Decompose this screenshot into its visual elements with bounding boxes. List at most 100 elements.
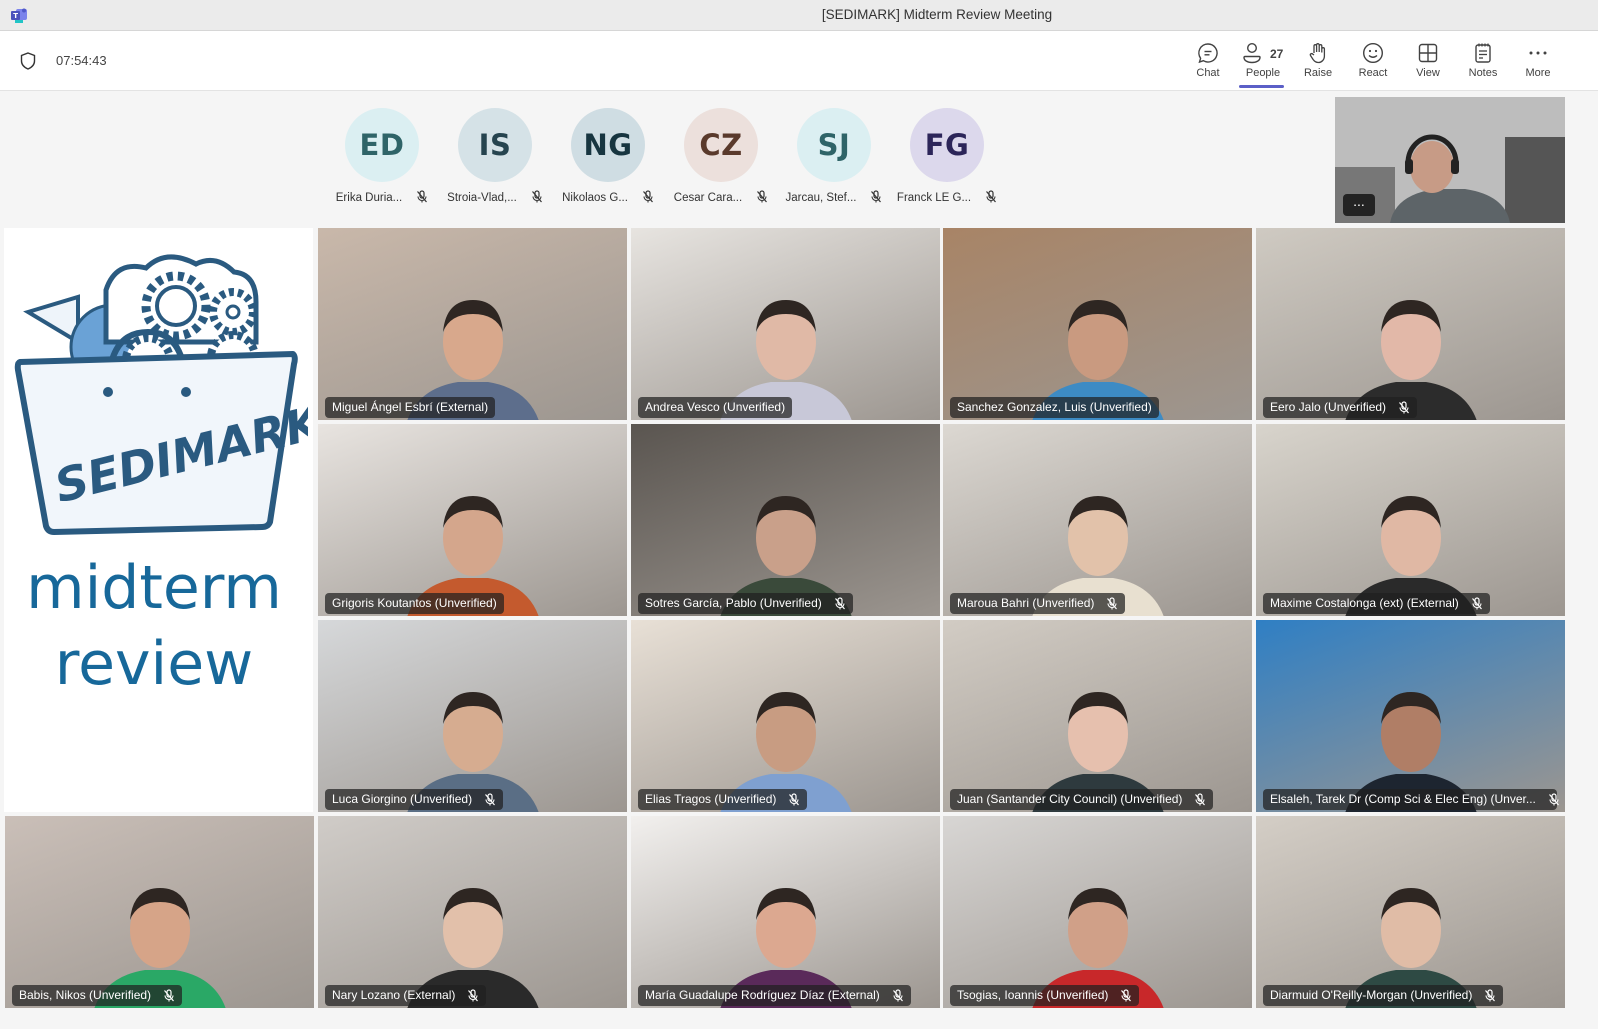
audio-participant[interactable]: CZ Cesar Cara... — [665, 108, 777, 218]
participant-name-tag: Maxime Costalonga (ext) (External) — [1263, 593, 1490, 614]
mic-off-icon — [1485, 989, 1496, 1002]
participant-name: Sanchez Gonzalez, Luis (Unverified) — [957, 400, 1152, 414]
participant-name-tag: Sotres García, Pablo (Unverified) — [638, 593, 853, 614]
meeting-timer: 07:54:43 — [56, 53, 107, 68]
video-tile[interactable]: Grigoris Koutantos (Unverified) — [318, 424, 627, 616]
video-tile[interactable]: Maxime Costalonga (ext) (External) — [1256, 424, 1565, 616]
mic-off-icon — [1195, 793, 1206, 806]
avatar: FG — [910, 108, 984, 182]
video-tile[interactable]: Tsogias, Ioannis (Unverified) — [943, 816, 1252, 1008]
shared-content: SEDIMARK midterm review — [4, 228, 313, 812]
people-icon — [1243, 42, 1261, 64]
video-tile[interactable]: Elias Tragos (Unverified) — [631, 620, 940, 812]
participant-name: Maroua Bahri (Unverified) — [957, 596, 1095, 610]
mic-off-icon — [1548, 793, 1559, 806]
grid-view-icon — [1418, 43, 1438, 63]
video-tile[interactable]: Andrea Vesco (Unverified) — [631, 228, 940, 420]
content-line-review: review — [54, 629, 254, 699]
participant-name: Luca Giorgino (Unverified) — [332, 792, 473, 806]
avatar: CZ — [684, 108, 758, 182]
participant-name-tag: Babis, Nikos (Unverified) — [12, 985, 183, 1006]
notes-button[interactable]: Notes — [1456, 41, 1510, 87]
chat-button[interactable]: Chat — [1181, 41, 1235, 87]
participant-name: Nikolaos G... — [562, 192, 628, 204]
participant-name: Cesar Cara... — [673, 192, 743, 204]
participant-name-tag: Nary Lozano (External) — [325, 985, 487, 1006]
participant-name: Erika Duria... — [335, 192, 403, 204]
participant-name: Sotres García, Pablo (Unverified) — [645, 596, 822, 610]
video-tile[interactable]: Nary Lozano (External) — [318, 816, 627, 1008]
mic-off-icon — [485, 793, 496, 806]
raise-hand-icon — [1309, 43, 1326, 64]
participant-name: Franck LE G... — [896, 192, 972, 204]
chat-icon — [1198, 43, 1218, 64]
video-tile[interactable]: Luca Giorgino (Unverified) — [318, 620, 627, 812]
audio-participant[interactable]: NG Nikolaos G... — [552, 108, 664, 218]
participant-name-tag: Juan (Santander City Council) (Unverifie… — [950, 789, 1214, 810]
participant-name-tag: Luca Giorgino (Unverified) — [325, 789, 504, 810]
audio-participant[interactable]: SJ Jarcau, Stef... — [778, 108, 890, 218]
self-view-more-button[interactable]: ... — [1343, 194, 1375, 216]
video-tile[interactable]: Elsaleh, Tarek Dr (Comp Sci & Elec Eng) … — [1256, 620, 1565, 812]
more-button[interactable]: More — [1511, 41, 1565, 87]
participant-name-tag: Sanchez Gonzalez, Luis (Unverified) — [950, 397, 1159, 418]
self-view-video[interactable]: ... — [1335, 97, 1565, 223]
avatar: SJ — [797, 108, 871, 182]
mic-off-icon — [834, 597, 845, 610]
window-title: [SEDIMARK] Midterm Review Meeting — [821, 7, 1053, 22]
video-tile[interactable]: Sanchez Gonzalez, Luis (Unverified) — [943, 228, 1252, 420]
audio-participant[interactable]: ED Erika Duria... — [326, 108, 438, 218]
video-tile[interactable]: Diarmuid O'Reilly-Morgan (Unverified) — [1256, 816, 1565, 1008]
react-label: React — [1358, 67, 1388, 79]
video-tile[interactable]: Babis, Nikos (Unverified) — [5, 816, 314, 1008]
mic-off-icon — [986, 190, 997, 203]
mic-off-icon — [757, 190, 768, 203]
mic-off-icon — [164, 989, 175, 1002]
view-button[interactable]: View — [1401, 41, 1455, 87]
participant-name: Babis, Nikos (Unverified) — [19, 988, 152, 1002]
react-button[interactable]: React — [1346, 41, 1400, 87]
video-tile[interactable]: Miguel Ángel Esbrí (External) — [318, 228, 627, 420]
title-bar: T [SEDIMARK] Midterm Review Meeting — [0, 0, 1598, 31]
active-tab-indicator — [1239, 85, 1284, 88]
participant-name: Eero Jalo (Unverified) — [1270, 400, 1387, 414]
participant-name: Diarmuid O'Reilly-Morgan (Unverified) — [1270, 988, 1473, 1002]
mic-off-icon — [1399, 401, 1410, 414]
video-tile[interactable]: María Guadalupe Rodríguez Díaz (External… — [631, 816, 940, 1008]
participant-name: Miguel Ángel Esbrí (External) — [332, 400, 489, 414]
audio-participant[interactable]: FG Franck LE G... — [891, 108, 1003, 218]
participant-name-tag: Miguel Ángel Esbrí (External) — [325, 397, 496, 418]
smiley-icon — [1362, 42, 1384, 64]
mic-off-icon — [789, 793, 800, 806]
participant-name-tag: María Guadalupe Rodríguez Díaz (External… — [638, 985, 911, 1006]
participant-name: Nary Lozano (External) — [332, 988, 456, 1002]
raise-label: Raise — [1303, 67, 1333, 79]
mic-off-icon — [468, 989, 479, 1002]
video-tile[interactable]: Eero Jalo (Unverified) — [1256, 228, 1565, 420]
notes-label: Notes — [1468, 67, 1498, 79]
chat-label: Chat — [1196, 67, 1220, 79]
mic-off-icon — [871, 190, 882, 203]
participant-name-tag: Elsaleh, Tarek Dr (Comp Sci & Elec Eng) … — [1263, 789, 1559, 810]
video-tile[interactable]: Sotres García, Pablo (Unverified) — [631, 424, 940, 616]
teams-meeting-window: T [SEDIMARK] Midterm Review Meeting 07:5… — [0, 0, 1598, 1029]
people-button[interactable]: 27 People — [1236, 41, 1290, 88]
mic-off-icon — [1471, 597, 1482, 610]
view-label: View — [1416, 67, 1440, 79]
participant-name-tag: Diarmuid O'Reilly-Morgan (Unverified) — [1263, 985, 1504, 1006]
raise-hand-button[interactable]: Raise — [1291, 41, 1345, 87]
video-tile[interactable]: Maroua Bahri (Unverified) — [943, 424, 1252, 616]
participant-name: María Guadalupe Rodríguez Díaz (External… — [645, 988, 880, 1002]
audio-participant[interactable]: IS Stroia-Vlad,... — [439, 108, 551, 218]
meeting-toolbar: 07:54:43 Chat 27 People Raise React View… — [0, 31, 1598, 91]
avatar: ED — [345, 108, 419, 182]
avatar: IS — [458, 108, 532, 182]
mic-off-icon — [1121, 989, 1132, 1002]
video-tile[interactable]: Juan (Santander City Council) (Unverifie… — [943, 620, 1252, 812]
mic-off-icon — [531, 190, 542, 203]
more-icon — [1529, 51, 1547, 55]
participant-name: Jarcau, Stef... — [785, 192, 857, 204]
shield-icon[interactable] — [20, 52, 36, 70]
participant-name-tag: Elias Tragos (Unverified) — [638, 789, 808, 810]
sedimark-logo: SEDIMARK — [14, 254, 308, 535]
